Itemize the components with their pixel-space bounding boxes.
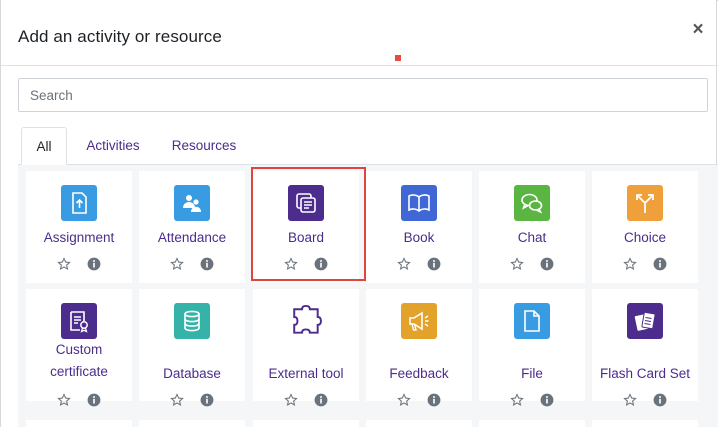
activity-item-file[interactable]: File bbox=[479, 289, 585, 407]
star-icon[interactable] bbox=[170, 393, 184, 407]
activity-item bbox=[26, 420, 132, 427]
certificate-icon bbox=[61, 303, 97, 339]
activity-item-board[interactable]: Board bbox=[253, 171, 359, 283]
activity-item-database[interactable]: Database bbox=[139, 289, 245, 407]
activity-item-feedback[interactable]: Feedback bbox=[366, 289, 472, 407]
info-icon[interactable] bbox=[314, 393, 328, 407]
activity-item bbox=[592, 420, 698, 427]
choice-icon bbox=[627, 185, 663, 221]
activity-item-book[interactable]: Book bbox=[366, 171, 472, 283]
activity-item-chat[interactable]: Chat bbox=[479, 171, 585, 283]
puzzle-icon bbox=[288, 303, 324, 339]
info-icon[interactable] bbox=[540, 393, 554, 407]
info-icon[interactable] bbox=[653, 257, 667, 271]
star-icon[interactable] bbox=[57, 393, 71, 407]
info-icon[interactable] bbox=[427, 257, 441, 271]
star-icon[interactable] bbox=[57, 257, 71, 271]
star-icon[interactable] bbox=[397, 257, 411, 271]
star-icon[interactable] bbox=[510, 393, 524, 407]
activity-label: Feedback bbox=[389, 366, 449, 381]
activity-label: Flash Card Set bbox=[599, 366, 691, 381]
modal-title: Add an activity or resource bbox=[18, 27, 222, 46]
info-icon[interactable] bbox=[87, 257, 101, 271]
tab-all[interactable]: All bbox=[21, 127, 67, 165]
close-icon[interactable]: × bbox=[689, 20, 707, 40]
activity-label: Database bbox=[163, 366, 221, 381]
info-icon[interactable] bbox=[314, 257, 328, 271]
star-icon[interactable] bbox=[284, 393, 298, 407]
file-icon bbox=[514, 303, 550, 339]
info-icon[interactable] bbox=[200, 257, 214, 271]
red-marker bbox=[395, 55, 401, 61]
tab-bar: All Activities Resources bbox=[1, 127, 718, 165]
assignment-icon bbox=[61, 185, 97, 221]
info-icon[interactable] bbox=[87, 393, 101, 407]
activity-item-attendance[interactable]: Attendance bbox=[139, 171, 245, 283]
activity-chooser-modal: Add an activity or resource × All Activi… bbox=[0, 0, 718, 427]
activity-item bbox=[479, 420, 585, 427]
chat-icon bbox=[514, 185, 550, 221]
activity-item-choice[interactable]: Choice bbox=[592, 171, 698, 283]
info-icon[interactable] bbox=[540, 257, 554, 271]
activity-label: Choice bbox=[623, 230, 667, 245]
activity-label: External tool bbox=[268, 366, 344, 381]
tab-resources[interactable]: Resources bbox=[165, 127, 243, 165]
star-icon[interactable] bbox=[623, 257, 637, 271]
star-icon[interactable] bbox=[623, 393, 637, 407]
star-icon[interactable] bbox=[284, 257, 298, 271]
activity-label: Book bbox=[403, 230, 435, 245]
board-icon bbox=[288, 185, 324, 221]
info-icon[interactable] bbox=[427, 393, 441, 407]
star-icon[interactable] bbox=[170, 257, 184, 271]
info-icon[interactable] bbox=[200, 393, 214, 407]
activity-label: Assignment bbox=[43, 230, 115, 245]
database-icon bbox=[174, 303, 210, 339]
megaphone-icon bbox=[401, 303, 437, 339]
activity-item bbox=[139, 420, 245, 427]
activity-label: Chat bbox=[517, 230, 547, 245]
activity-item-external-tool[interactable]: External tool bbox=[253, 289, 359, 407]
activity-label: File bbox=[521, 366, 543, 381]
book-icon bbox=[401, 185, 437, 221]
activity-label: Custom certificate bbox=[50, 342, 108, 379]
star-icon[interactable] bbox=[397, 393, 411, 407]
info-icon[interactable] bbox=[653, 393, 667, 407]
modal-header: Add an activity or resource × bbox=[1, 0, 718, 66]
activity-label: Attendance bbox=[157, 230, 227, 245]
star-icon[interactable] bbox=[510, 257, 524, 271]
activity-item-assignment[interactable]: Assignment bbox=[26, 171, 132, 283]
attendance-icon bbox=[174, 185, 210, 221]
search-input[interactable] bbox=[18, 78, 708, 112]
flashcard-icon bbox=[627, 303, 663, 339]
activity-label: Board bbox=[287, 230, 325, 245]
activity-item bbox=[253, 420, 359, 427]
activity-item bbox=[366, 420, 472, 427]
activity-item-flash-card-set[interactable]: Flash Card Set bbox=[592, 289, 698, 407]
activity-item-custom-certificate[interactable]: Custom certificate bbox=[26, 289, 132, 407]
tab-activities[interactable]: Activities bbox=[77, 127, 149, 165]
